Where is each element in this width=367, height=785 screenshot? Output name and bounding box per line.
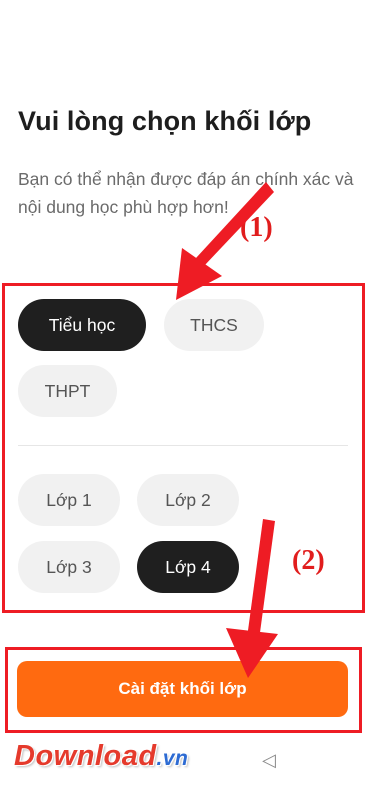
arrow-2-icon <box>226 519 278 678</box>
watermark-logo: Download.vn <box>14 740 189 772</box>
arrow-1-icon <box>176 182 274 300</box>
annotation-arrows <box>176 182 278 678</box>
back-triangle-icon[interactable]: ◁ <box>262 750 276 771</box>
